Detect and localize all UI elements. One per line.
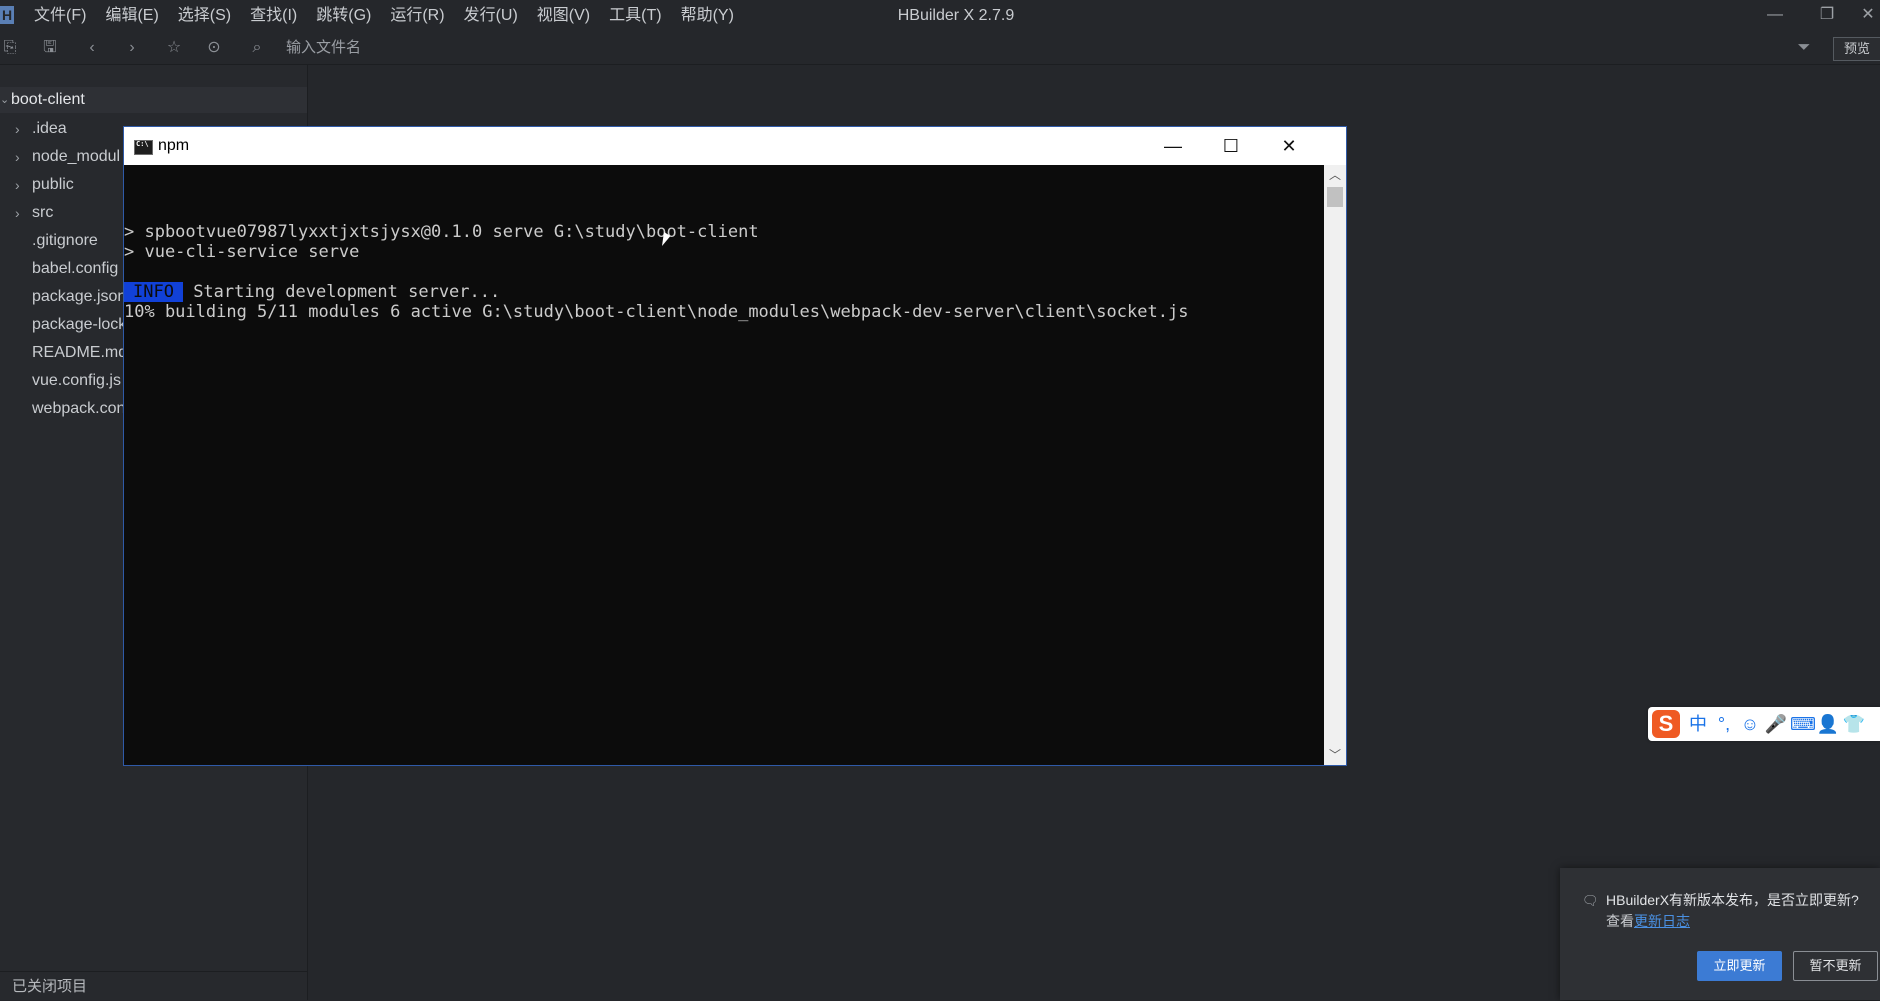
menu-tools[interactable]: 工具(T) xyxy=(609,0,661,32)
restore-button[interactable]: ❐ xyxy=(1804,0,1850,32)
title-bar: H 文件(F) 编辑(E) 选择(S) 查找(I) 跳转(G) 运行(R) 发行… xyxy=(0,0,1880,32)
scrollbar-thumb[interactable] xyxy=(1327,187,1343,207)
app-logo: H xyxy=(0,6,14,24)
npm-console-window: npm — ☐ ✕ > spbootvue07987lyxxtjxtsjysx@… xyxy=(124,127,1346,765)
tree-item-label: node_modul xyxy=(32,148,121,165)
menu-help[interactable]: 帮助(Y) xyxy=(681,0,734,32)
update-later-button[interactable]: 暂不更新 xyxy=(1793,951,1878,981)
scroll-down-icon[interactable]: ﹀ xyxy=(1324,745,1346,765)
update-notification: 🗨 HBuilderX有新版本发布，是否立即更新? 查看更新日志 立即更新 暂不… xyxy=(1560,868,1880,1000)
close-button[interactable]: ✕ xyxy=(1856,0,1880,32)
closed-projects-label: 已关闭项目 xyxy=(12,978,88,995)
notification-message: HBuilderX有新版本发布，是否立即更新? xyxy=(1606,892,1859,908)
chevron-right-icon: › xyxy=(15,205,20,221)
browser-icon[interactable]: ⌕ xyxy=(247,38,267,58)
changelog-link[interactable]: 更新日志 xyxy=(1634,913,1690,929)
chevron-right-icon: › xyxy=(15,177,20,193)
save-icon[interactable]: 🖫 xyxy=(40,38,60,58)
microphone-icon[interactable]: 🎤 xyxy=(1764,712,1788,736)
menu-file[interactable]: 文件(F) xyxy=(34,0,86,32)
console-title-bar[interactable]: npm — ☐ ✕ xyxy=(124,127,1346,165)
punctuation-icon[interactable]: °, xyxy=(1712,712,1736,736)
tree-item-label: src xyxy=(32,204,54,221)
console-scrollbar[interactable]: ︿ ﹀ xyxy=(1324,165,1346,765)
user-icon[interactable]: 👤 xyxy=(1816,712,1840,736)
filter-icon[interactable]: ⏷ xyxy=(1794,38,1814,58)
info-text: Starting development server... xyxy=(182,282,501,302)
menu-run[interactable]: 运行(R) xyxy=(390,0,444,32)
forward-icon[interactable]: › xyxy=(122,38,142,58)
new-file-icon[interactable]: ⎘ xyxy=(0,38,20,58)
tree-item-label: package.json xyxy=(32,288,127,305)
file-search-input[interactable]: 输入文件名 xyxy=(286,32,361,64)
project-root[interactable]: ⌄ boot-client xyxy=(0,87,307,113)
tree-item-label: vue.config.js xyxy=(32,372,121,389)
menu-bar: 文件(F) 编辑(E) 选择(S) 查找(I) 跳转(G) 运行(R) 发行(U… xyxy=(34,0,753,32)
console-minimize-button[interactable]: — xyxy=(1144,127,1202,165)
menu-publish[interactable]: 发行(U) xyxy=(464,0,518,32)
tree-item-label: package-lock xyxy=(32,316,127,333)
menu-goto[interactable]: 跳转(G) xyxy=(316,0,371,32)
console-maximize-button[interactable]: ☐ xyxy=(1202,127,1260,165)
minimize-button[interactable]: — xyxy=(1752,0,1798,32)
emoji-icon[interactable]: ☺ xyxy=(1738,712,1762,736)
toolbar: ⎘ 🖫 ‹ › ☆ ⊙ ⌕ 输入文件名 ⏷ 预览 xyxy=(0,32,1880,65)
tree-item-label: babel.config xyxy=(32,260,119,277)
tree-item-label: public xyxy=(32,176,74,193)
skin-icon[interactable]: 👕 xyxy=(1842,712,1866,736)
console-info-line: INFO Starting development server... xyxy=(124,282,500,302)
chinese-mode-icon[interactable]: 中 xyxy=(1686,712,1710,736)
preview-button[interactable]: 预览 xyxy=(1833,37,1880,61)
tree-item-label: .idea xyxy=(32,120,67,137)
notification-sub: 查看更新日志 xyxy=(1606,911,1690,931)
menu-find[interactable]: 查找(I) xyxy=(250,0,297,32)
chevron-right-icon: › xyxy=(15,149,20,165)
notification-sub-prefix: 查看 xyxy=(1606,913,1634,929)
menu-select[interactable]: 选择(S) xyxy=(178,0,231,32)
info-badge: INFO xyxy=(124,282,183,302)
chevron-right-icon: › xyxy=(15,121,20,137)
back-icon[interactable]: ‹ xyxy=(82,38,102,58)
console-output[interactable]: > spbootvue07987lyxxtjxtsjysx@0.1.0 serv… xyxy=(124,165,1324,765)
tree-item-label: .gitignore xyxy=(32,232,98,249)
console-close-button[interactable]: ✕ xyxy=(1260,127,1318,165)
console-icon xyxy=(134,140,153,155)
update-now-button[interactable]: 立即更新 xyxy=(1697,951,1782,981)
chevron-down-icon: ⌄ xyxy=(0,94,10,106)
menu-edit[interactable]: 编辑(E) xyxy=(105,0,158,32)
run-icon[interactable]: ⊙ xyxy=(204,38,224,58)
message-icon: 🗨 xyxy=(1582,893,1599,908)
tree-item-label: webpack.con xyxy=(32,400,126,417)
console-line: > vue-cli-service serve xyxy=(124,242,360,262)
ime-toolbar: S 中 °, ☺ 🎤 ⌨ 👤 👕 xyxy=(1648,707,1880,741)
sogou-logo-icon[interactable]: S xyxy=(1652,710,1680,738)
tree-item-label: README.md xyxy=(32,344,128,361)
closed-projects[interactable]: 已关闭项目 xyxy=(0,971,307,1001)
keyboard-icon[interactable]: ⌨ xyxy=(1790,712,1816,736)
console-progress-line: 10% building 5/11 modules 6 active G:\st… xyxy=(124,302,1189,322)
menu-view[interactable]: 视图(V) xyxy=(537,0,590,32)
project-name: boot-client xyxy=(11,91,85,108)
scroll-up-icon[interactable]: ︿ xyxy=(1324,165,1346,185)
console-title: npm xyxy=(158,137,190,154)
star-icon[interactable]: ☆ xyxy=(164,38,184,58)
